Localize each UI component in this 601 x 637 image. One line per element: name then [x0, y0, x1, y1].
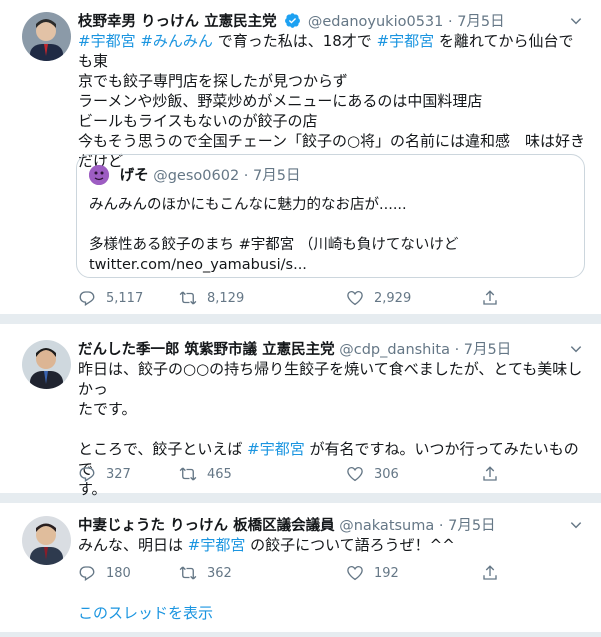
like-icon: [347, 290, 363, 306]
like-button[interactable]: 306: [346, 465, 399, 483]
tweet-line: [78, 419, 588, 439]
hashtag-link[interactable]: #宇都宮: [188, 536, 246, 554]
reply-icon: [79, 291, 95, 306]
quoted-line: [89, 215, 569, 235]
text-segment: の餃子について語ろうぜ！^^: [245, 536, 455, 554]
tweet-line: #宇都宮 #みんみん で育った私は、18才で #宇都宮 を離れてから仙台でも東: [78, 31, 588, 71]
tweet-actions: 5,117 8,129 2,929: [78, 289, 518, 309]
like-count: 2,929: [374, 290, 412, 306]
timestamp[interactable]: · 7月5日: [448, 14, 505, 30]
like-count: 192: [374, 565, 399, 581]
avatar[interactable]: [22, 516, 71, 565]
retweet-count: 362: [207, 565, 232, 581]
tweet-header: 中妻じょうた りっけん 板橋区議会議員 @nakatsuma · 7月5日: [78, 514, 496, 535]
tweet-line: 京でも餃子専門店を探したが見つからず: [78, 71, 588, 91]
text-segment: みんな、明日は: [78, 536, 188, 554]
hashtag-link[interactable]: #宇都宮: [377, 32, 435, 50]
quoted-tweet-header: げそ @geso0602 · 7月5日: [89, 164, 300, 185]
tweet-header: 枝野幸男 りっけん 立憲民主党 @edanoyukio0531 · 7月5日: [78, 10, 505, 31]
text-segment: 今もそう思うので全国チェーン「餃子の○将」の名前には違和感 味は好き: [78, 132, 586, 150]
reply-button[interactable]: 327: [78, 465, 131, 483]
tweet-actions: 180 362 192: [78, 564, 518, 584]
retweet-icon: [179, 566, 197, 580]
retweet-count: 8,129: [207, 290, 245, 306]
show-thread-link[interactable]: このスレッドを表示: [78, 602, 213, 623]
timestamp[interactable]: · 7月5日: [439, 518, 496, 534]
quoted-avatar: [89, 165, 109, 185]
tweet-line: たです。: [78, 399, 588, 419]
text-segment: 昨日は、餃子の○○の持ち帰り生餃子を焼いて食べましたが、とても美味しかっ: [78, 360, 583, 398]
display-name[interactable]: だんした季一郎 筑紫野市議 立憲民主党: [78, 342, 335, 358]
handle[interactable]: @edanoyukio0531: [308, 14, 444, 30]
retweet-button[interactable]: 362: [179, 564, 232, 582]
text-segment: で育った私は、18才で: [212, 32, 377, 50]
hashtag-link[interactable]: #宇都宮: [247, 440, 305, 458]
reply-icon: [79, 566, 95, 581]
quoted-timestamp: · 7月5日: [243, 168, 301, 184]
quoted-text: みんみんのほかにもこんなに魅力的なお店が...... 多様性ある餃子のまち #宇…: [89, 195, 569, 275]
hashtag-link[interactable]: #宇都宮: [78, 32, 136, 50]
text-segment: ラーメンや炒飯、野菜炒めがメニューにあるのは中国料理店: [78, 92, 483, 110]
like-count: 306: [374, 466, 399, 482]
quoted-handle: @geso0602: [153, 168, 240, 184]
text-segment: ビールもライスもないのが餃子の店: [78, 112, 318, 130]
retweet-count: 465: [207, 466, 232, 482]
tweet-line: みんな、明日は #宇都宮 の餃子について語ろうぜ！^^: [78, 535, 588, 555]
tweet-line: ラーメンや炒飯、野菜炒めがメニューにあるのは中国料理店: [78, 91, 588, 111]
like-icon: [347, 466, 363, 482]
chevron-down-icon[interactable]: [569, 518, 583, 532]
text-segment: たです。: [78, 400, 137, 418]
chevron-down-icon[interactable]: [569, 342, 583, 356]
text-segment: 京でも餃子専門店を探したが見つからず: [78, 72, 348, 90]
tweet-text: みんな、明日は #宇都宮 の餃子について語ろうぜ！^^: [78, 535, 588, 555]
retweet-button[interactable]: 8,129: [179, 289, 244, 307]
quoted-line: 多様性ある餃子のまち #宇都宮 （川崎も負けてないけど: [89, 237, 459, 253]
share-icon: [483, 290, 497, 305]
tweet-actions: 327 465 306: [78, 465, 518, 485]
share-button[interactable]: [481, 465, 509, 483]
share-button[interactable]: [481, 289, 509, 307]
tweet-text: #宇都宮 #みんみん で育った私は、18才で #宇都宮 を離れてから仙台でも東京…: [78, 31, 588, 171]
retweet-icon: [179, 291, 197, 305]
retweet-button[interactable]: 465: [179, 465, 232, 483]
share-button[interactable]: [481, 564, 509, 582]
text-segment: ところで、餃子といえば: [78, 440, 248, 458]
tweet-edano[interactable]: 枝野幸男 りっけん 立憲民主党 @edanoyukio0531 · 7月5日 #…: [0, 0, 601, 314]
tweet-line: ビールもライスもないのが餃子の店: [78, 111, 588, 131]
reply-count: 5,117: [106, 290, 144, 306]
reply-button[interactable]: 180: [78, 564, 131, 582]
tweet-line: 今もそう思うので全国チェーン「餃子の○将」の名前には違和感 味は好き: [78, 131, 588, 151]
share-icon: [483, 466, 497, 481]
quoted-link[interactable]: twitter.com/neo_yamabusi/s...: [89, 255, 569, 275]
like-button[interactable]: 2,929: [346, 289, 411, 307]
retweet-icon: [179, 467, 197, 481]
quoted-tweet[interactable]: げそ @geso0602 · 7月5日 みんみんのほかにもこんなに魅力的なお店が…: [76, 154, 585, 278]
reply-button[interactable]: 5,117: [78, 289, 143, 307]
display-name[interactable]: 中妻じょうた りっけん 板橋区議会議員: [78, 518, 335, 534]
tweet-danshita[interactable]: だんした季一郎 筑紫野市議 立憲民主党 @cdp_danshita · 7月5日…: [0, 324, 601, 498]
reply-icon: [79, 467, 95, 482]
avatar[interactable]: [22, 12, 71, 61]
tweet-line: 昨日は、餃子の○○の持ち帰り生餃子を焼いて食べましたが、とても美味しかっ: [78, 359, 588, 399]
timestamp[interactable]: · 7月5日: [455, 342, 512, 358]
share-icon: [483, 565, 497, 580]
hashtag-link[interactable]: #みんみん: [140, 32, 213, 50]
quoted-line: みんみんのほかにもこんなに魅力的なお店が......: [89, 197, 407, 213]
verified-badge-icon: [285, 13, 301, 28]
display-name[interactable]: 枝野幸男 りっけん 立憲民主党: [78, 14, 277, 30]
handle[interactable]: @cdp_danshita: [339, 342, 450, 358]
reply-count: 180: [106, 565, 131, 581]
tweet-nakatsuma[interactable]: 中妻じょうた りっけん 板橋区議会議員 @nakatsuma · 7月5日 みん…: [0, 503, 601, 632]
like-icon: [347, 565, 363, 581]
chevron-down-icon[interactable]: [569, 14, 583, 28]
handle[interactable]: @nakatsuma: [339, 518, 434, 534]
reply-count: 327: [106, 466, 131, 482]
like-button[interactable]: 192: [346, 564, 399, 582]
tweet-header: だんした季一郎 筑紫野市議 立憲民主党 @cdp_danshita · 7月5日: [78, 338, 511, 359]
quoted-display-name: げそ: [119, 168, 149, 184]
avatar[interactable]: [22, 340, 71, 389]
